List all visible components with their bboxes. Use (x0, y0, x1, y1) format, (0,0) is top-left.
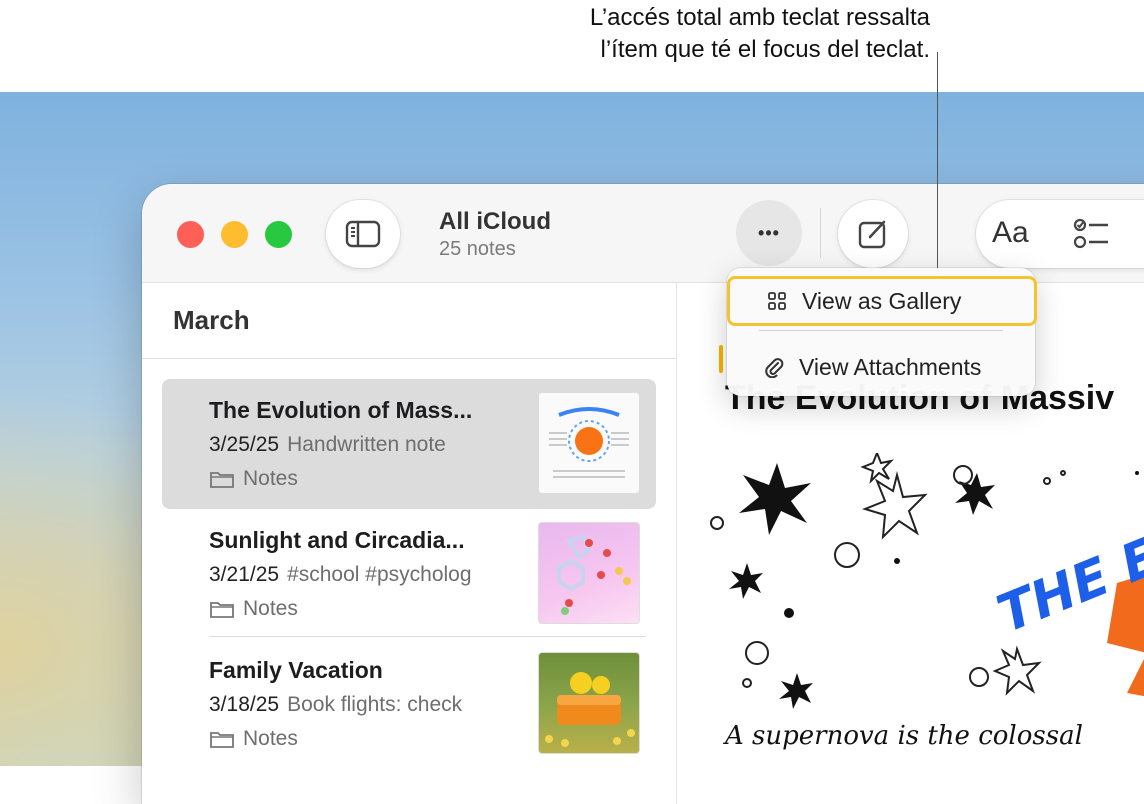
note-thumbnail (538, 392, 640, 494)
annotation-callout: L’accés total amb teclat ressalta l’ítem… (370, 2, 930, 66)
note-folder: Notes (209, 467, 298, 491)
callout-line-2: l’ítem que té el focus del teclat. (600, 36, 930, 63)
note-date: 3/18/25 (209, 693, 280, 716)
note-date: 3/21/25 (209, 563, 280, 586)
folder-title: All iCloud (439, 208, 551, 235)
paperclip-icon (759, 356, 789, 378)
note-thumbnail (538, 652, 640, 754)
folder-name: Notes (243, 467, 298, 490)
close-button[interactable] (177, 221, 204, 248)
folder-name: Notes (243, 597, 298, 620)
note-title: The Evolution of Mass... (209, 397, 473, 423)
toolbar-divider (820, 208, 821, 258)
more-options-menu: View as Gallery View Attachments (727, 268, 1037, 396)
note-title: Family Vacation (209, 657, 383, 683)
new-note-button[interactable] (838, 200, 908, 268)
folder-icon (210, 602, 234, 618)
callout-line-1: L’accés total amb teclat ressalta (589, 4, 930, 31)
note-list: March The Evolution of Mass... 3/25/25 Ha… (142, 283, 677, 804)
list-item[interactable]: The Evolution of Mass... 3/25/25 Handwrit… (162, 379, 656, 509)
note-thumbnail (538, 522, 640, 624)
note-meta: 3/25/25 Handwritten note (209, 433, 509, 457)
folder-icon (210, 732, 234, 748)
sidebar-icon (345, 220, 381, 248)
highlight-marker (719, 345, 723, 373)
more-options-button[interactable]: ••• (736, 200, 802, 266)
menu-item-view-as-gallery[interactable]: View as Gallery (727, 276, 1037, 326)
handwritten-drawing: THE EV (710, 453, 1144, 709)
format-button[interactable]: Aa (992, 216, 1029, 250)
zoom-button[interactable] (265, 221, 292, 248)
ellipsis-icon: ••• (758, 222, 780, 243)
note-folder: Notes (209, 597, 298, 621)
menu-item-label: View as Gallery (802, 287, 962, 314)
note-meta: 3/21/25 #school #psycholog (209, 563, 509, 587)
list-item[interactable]: Sunlight and Circadia... 3/21/25 #school … (162, 509, 656, 639)
folder-icon (210, 472, 234, 488)
note-count: 25 notes (439, 238, 516, 260)
minimize-button[interactable] (221, 221, 248, 248)
menu-separator (759, 330, 1003, 331)
folder-name: Notes (243, 727, 298, 750)
callout-leader-line (937, 52, 938, 274)
gallery-grid-icon (762, 291, 792, 311)
toggle-sidebar-button[interactable] (326, 200, 400, 268)
note-snippet: #school #psycholog (287, 563, 472, 586)
note-title: Sunlight and Circadia... (209, 527, 465, 553)
note-snippet: Book flights: check (287, 693, 463, 716)
menu-item-label: View Attachments (799, 353, 982, 380)
format-tools-group: Aa (976, 200, 1144, 268)
note-date: 3/25/25 (209, 433, 280, 456)
handwritten-text: A supernova is the colossal (725, 721, 1083, 751)
note-folder: Notes (209, 727, 298, 751)
checklist-icon[interactable] (1072, 216, 1112, 252)
menu-item-view-attachments[interactable]: View Attachments (727, 342, 1035, 392)
compose-icon (858, 220, 886, 249)
row-divider (209, 636, 646, 637)
note-snippet: Handwritten note (287, 433, 446, 456)
section-header: March (173, 305, 250, 335)
note-meta: 3/18/25 Book flights: check (209, 693, 509, 717)
list-item[interactable]: Family Vacation 3/18/25 Book flights: che… (162, 639, 656, 769)
section-divider (142, 358, 676, 359)
